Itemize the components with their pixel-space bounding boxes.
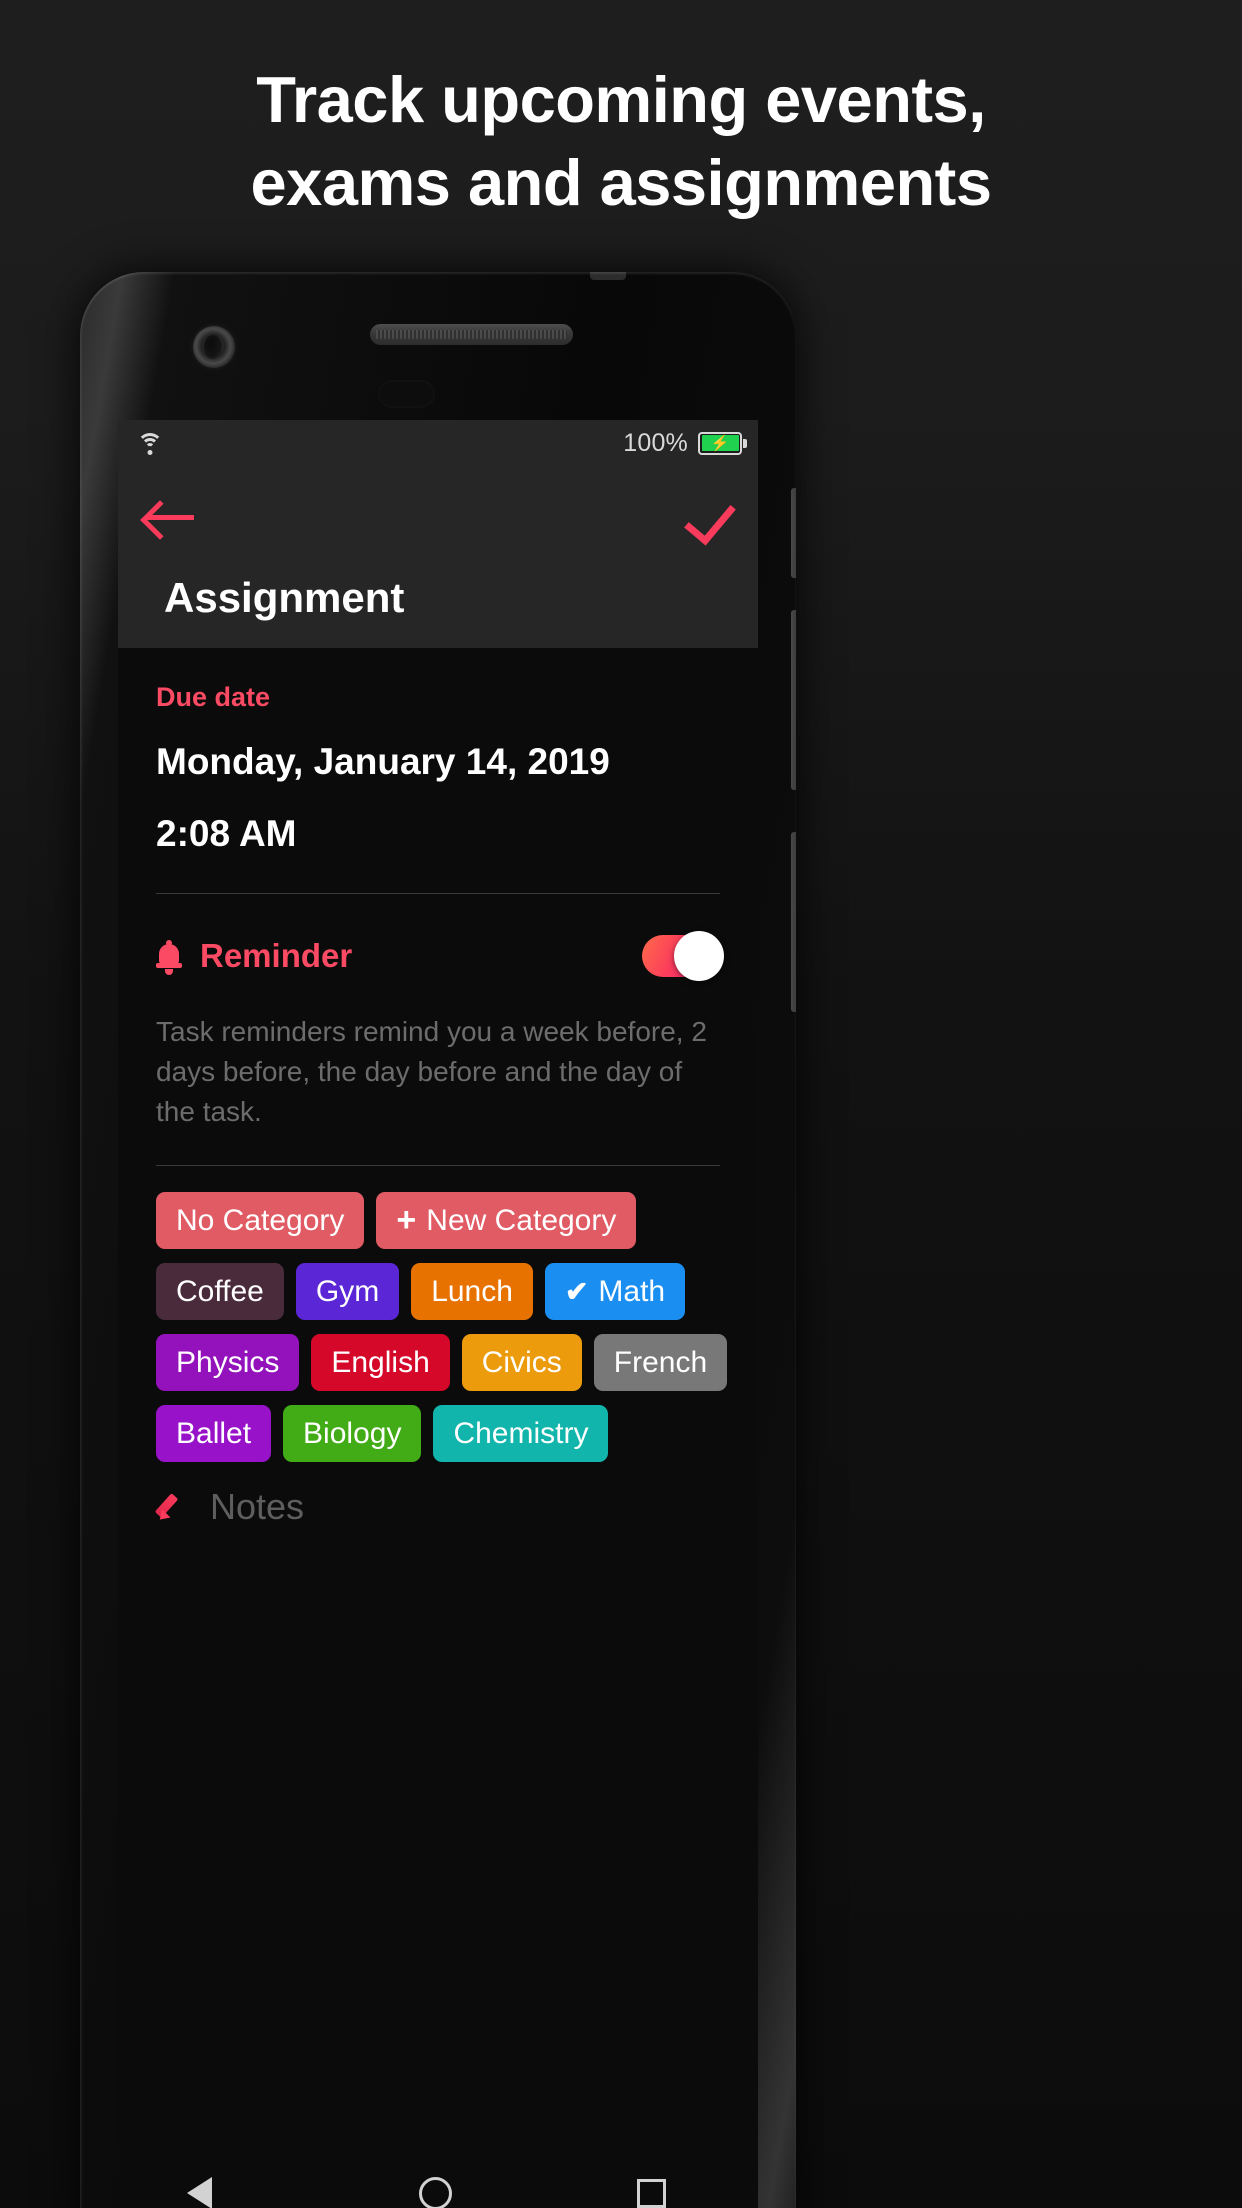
category-chip[interactable]: Biology: [283, 1405, 422, 1463]
category-chip-label: Lunch: [431, 1275, 513, 1309]
promo-headline-line2: exams and assignments: [250, 146, 992, 220]
phone-screen: 100% ⚡ Assignment Due date Monday, Janua…: [118, 420, 758, 2208]
toggle-thumb: [674, 931, 724, 981]
check-icon: ✔: [564, 1275, 589, 1307]
divider-after-reminder: [156, 1165, 720, 1167]
category-chip-row: Ballet Biology Chemistry: [156, 1405, 720, 1463]
category-chip[interactable]: English: [311, 1334, 450, 1392]
proximity-sensor: [378, 380, 435, 408]
nav-back-icon[interactable]: [187, 2177, 235, 2208]
category-chip[interactable]: ✔ Math: [544, 1263, 686, 1321]
reminder-description: Task reminders remind you a week before,…: [156, 1016, 707, 1127]
due-time-value[interactable]: 2:08 AM: [156, 813, 720, 855]
category-chip-label: Gym: [315, 1275, 380, 1309]
category-chip[interactable]: Gym: [295, 1263, 400, 1321]
battery-charging-icon: ⚡: [698, 431, 747, 455]
battery-percent-label: 100%: [623, 428, 688, 457]
category-chip-label: Math: [598, 1275, 666, 1309]
category-chip-label: Ballet: [176, 1417, 252, 1451]
category-chip[interactable]: Chemistry: [433, 1405, 609, 1463]
category-chip-row: No Category + New Category: [156, 1192, 720, 1250]
notes-label: Notes: [210, 1486, 305, 1528]
power-button[interactable]: [791, 488, 796, 578]
category-chip-label: Coffee: [176, 1275, 264, 1309]
category-chip[interactable]: Coffee: [156, 1263, 284, 1321]
category-chip[interactable]: Civics: [461, 1334, 582, 1392]
status-bar: 100% ⚡: [118, 420, 758, 466]
category-chip-label: Civics: [481, 1346, 562, 1380]
save-check-icon[interactable]: [686, 494, 732, 540]
earpiece-speaker: [370, 324, 573, 345]
category-chip[interactable]: + New Category: [376, 1192, 637, 1250]
due-date-label: Due date: [156, 682, 271, 712]
category-chip-label: New Category: [426, 1204, 617, 1238]
category-chip[interactable]: Physics: [156, 1334, 300, 1392]
reminder-label: Reminder: [200, 937, 353, 974]
category-chip-label: No Category: [176, 1204, 345, 1238]
category-chip-label: French: [613, 1346, 708, 1380]
category-chip[interactable]: No Category: [156, 1192, 365, 1250]
category-chip[interactable]: French: [593, 1334, 728, 1392]
assignment-form: Due date Monday, January 14, 2019 2:08 A…: [118, 648, 758, 2208]
category-chip[interactable]: Lunch: [411, 1263, 533, 1321]
pencil-icon: [156, 1491, 188, 1523]
status-bar-right: 100% ⚡: [623, 428, 747, 458]
promo-screenshot: Track upcoming events, exams and assignm…: [0, 0, 1242, 2208]
promo-headline-line1: Track upcoming events,: [256, 63, 986, 136]
category-chip-label: Biology: [303, 1417, 402, 1451]
wifi-icon: [136, 432, 164, 455]
category-chip-label: Chemistry: [453, 1417, 589, 1451]
nav-recents-icon[interactable]: [636, 2178, 666, 2208]
arrow-left-icon[interactable]: [144, 500, 196, 534]
nav-home-icon[interactable]: [419, 2176, 453, 2208]
volume-down-button[interactable]: [791, 832, 796, 1012]
phone-mockup: 100% ⚡ Assignment Due date Monday, Janua…: [80, 272, 796, 2208]
category-chip-label: English: [331, 1346, 430, 1380]
charging-bolt-icon: ⚡: [710, 434, 730, 452]
reminder-toggle[interactable]: [642, 931, 724, 981]
bell-icon: [156, 940, 182, 975]
category-chip-row: Physics English Civics French: [156, 1334, 728, 1392]
promo-headline: Track upcoming events, exams and assignm…: [0, 58, 1242, 224]
category-chip[interactable]: Ballet: [156, 1405, 272, 1463]
reminder-left: Reminder: [156, 937, 352, 975]
page-title: Assignment: [164, 574, 405, 621]
due-date-value[interactable]: Monday, January 14, 2019: [156, 741, 720, 783]
volume-up-button[interactable]: [791, 610, 796, 790]
divider-after-due: [156, 893, 720, 894]
notes-row[interactable]: Notes: [156, 1486, 720, 1528]
category-chip-row: Coffee Gym Lunch ✔ Math: [156, 1263, 720, 1321]
app-bar: Assignment: [118, 466, 758, 648]
phone-top-notch: [590, 272, 626, 280]
category-chip-label: Physics: [176, 1346, 280, 1380]
front-camera: [193, 326, 235, 368]
plus-icon: +: [396, 1201, 417, 1240]
app-bar-actions: [144, 466, 732, 536]
category-chip-group: No Category + New Category Coffee Gym Lunch ✔ M…: [156, 1192, 728, 1463]
reminder-row: Reminder: [156, 930, 724, 982]
android-navigation-bar: [118, 2154, 758, 2208]
